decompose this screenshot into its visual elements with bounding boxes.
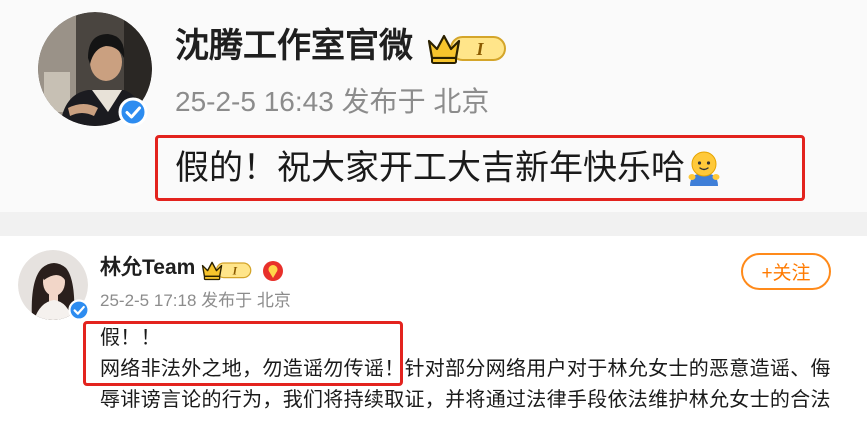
vip-level-label: I (232, 265, 238, 277)
author-name[interactable]: 林允Team (100, 254, 195, 282)
post-body: 假的！祝大家开工大吉新年快乐哈 (175, 146, 723, 190)
vip-level-label: I (475, 39, 484, 59)
post-text-line: 假！！ (100, 327, 161, 349)
post-card-top: 沈腾工作室官微 I 25-2-5 16:43 发布于 北京 假的！祝大家开工大吉… (0, 0, 867, 212)
section-divider (0, 212, 867, 236)
post-text-line: 网络非法外之地，勿造谣勿传谣！针对部分网络用户对于林允女士的恶意造谣、侮 (100, 358, 831, 380)
post-meta: 25-2-5 17:18 发布于 北京 (100, 291, 291, 310)
award-icon (262, 260, 284, 282)
post-text: 假的！祝大家开工大吉新年快乐哈 (175, 149, 685, 187)
hug-emoji-icon (688, 151, 720, 186)
crown-badge-icon: I (200, 258, 252, 282)
author-name[interactable]: 沈腾工作室官微 (175, 24, 413, 68)
follow-button-label: +关注 (761, 263, 811, 284)
verified-badge-icon (118, 97, 148, 127)
crown-badge-icon: I (425, 30, 507, 66)
post-card-bottom: 林允Team I 25-2-5 17:18 发布于 北京 +关注 假！！ 网络非… (0, 236, 867, 429)
follow-button[interactable]: +关注 (741, 253, 831, 290)
verified-badge-icon (68, 299, 90, 321)
post-text-line: 辱诽谤言论的行为，我们将持续取证，并将通过法律手段依法维护林允女士的合法 (100, 389, 831, 411)
post-meta: 25-2-5 16:43 发布于 北京 (175, 86, 490, 117)
